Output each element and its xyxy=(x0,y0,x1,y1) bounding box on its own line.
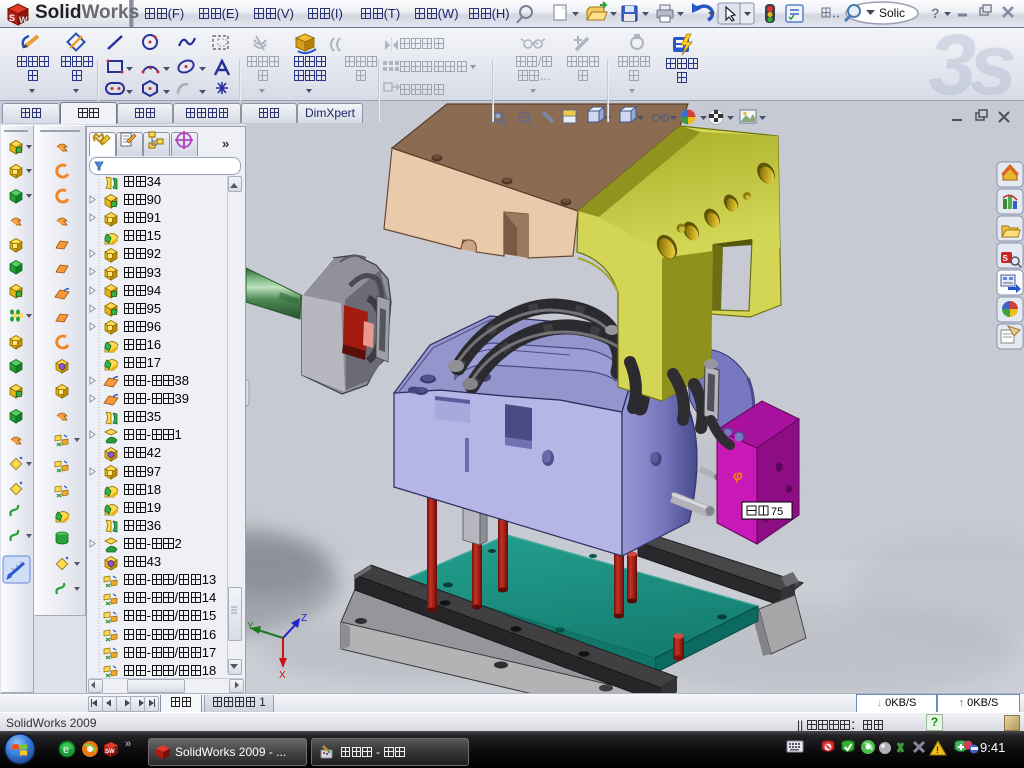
svg-text:S: S xyxy=(9,13,15,23)
svg-text:S: S xyxy=(1003,254,1009,263)
svg-text:Solic: Solic xyxy=(879,6,905,20)
svg-text:9:41: 9:41 xyxy=(980,740,1005,755)
svg-text:Y: Y xyxy=(247,621,254,632)
svg-text:W: W xyxy=(19,15,28,25)
svg-text:X: X xyxy=(279,670,286,681)
svg-text:Z: Z xyxy=(301,613,307,624)
svg-text:»: » xyxy=(125,738,131,750)
svg-text:SW: SW xyxy=(105,749,115,755)
svg-text:75: 75 xyxy=(771,506,783,518)
svg-text:φ: φ xyxy=(733,467,743,483)
svg-text:e: e xyxy=(63,744,69,756)
svg-text:!: ! xyxy=(936,745,939,755)
